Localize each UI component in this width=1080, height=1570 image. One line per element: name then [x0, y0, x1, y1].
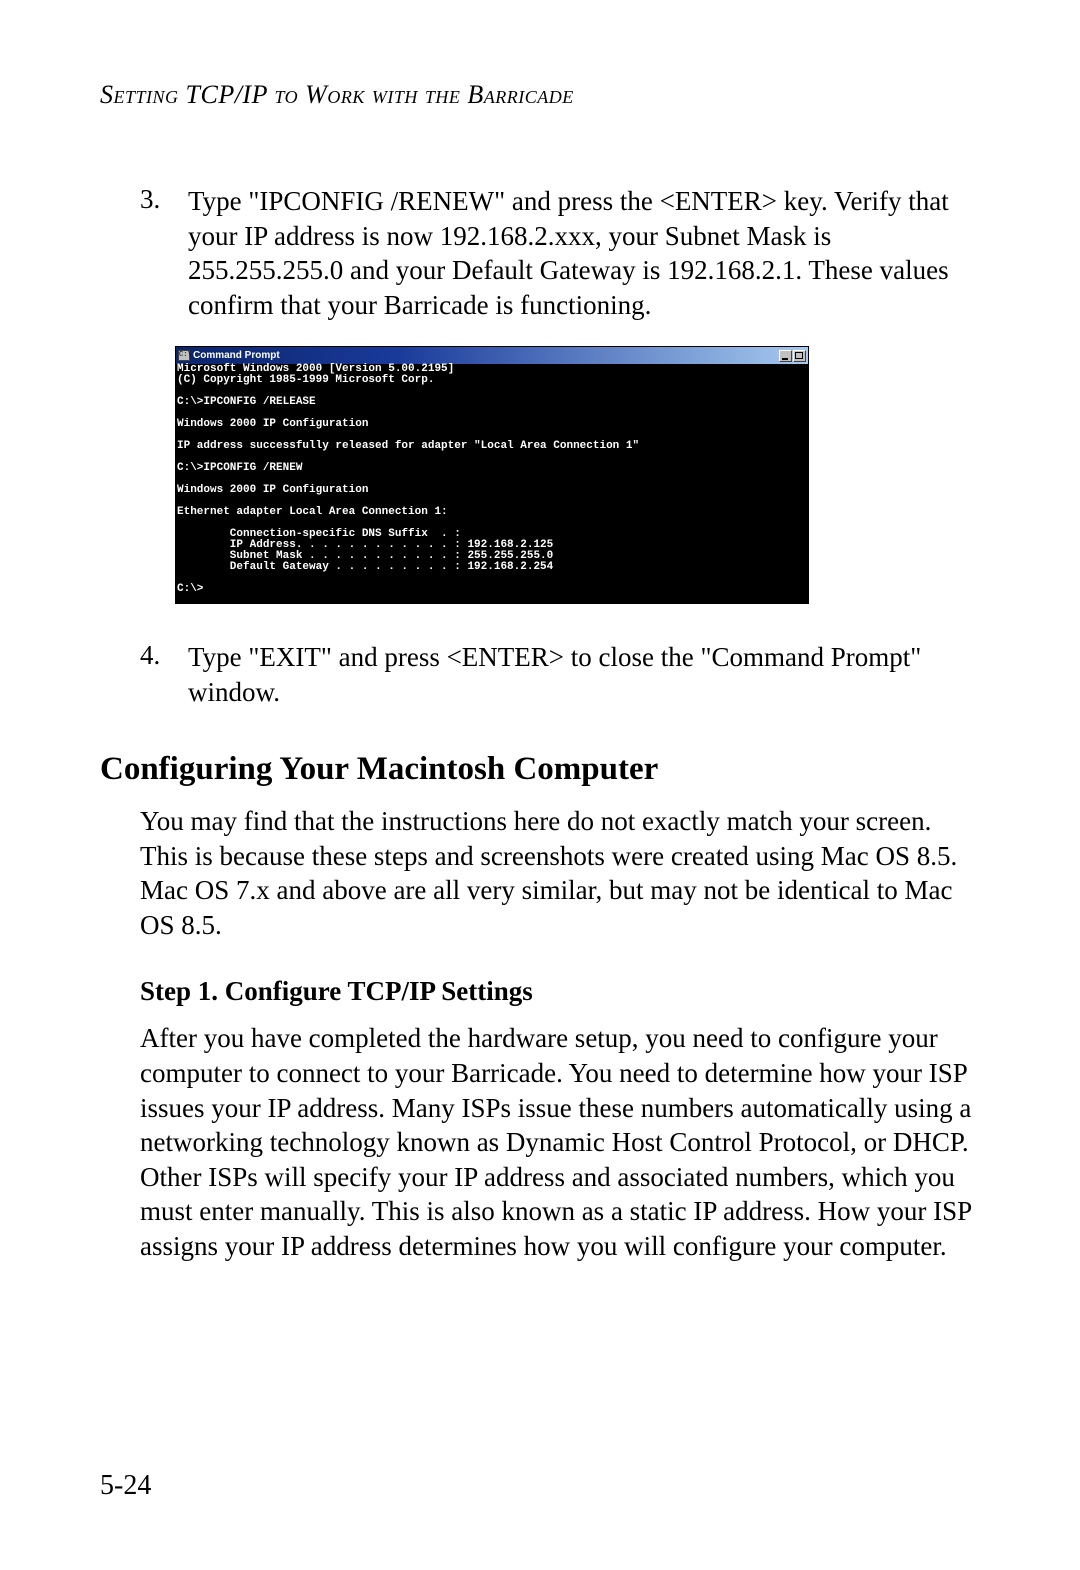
minimize-button[interactable]	[779, 350, 792, 362]
minimize-icon	[782, 358, 788, 360]
list-number: 3.	[140, 184, 188, 322]
subsection-heading: Step 1. Configure TCP/IP Settings	[140, 976, 980, 1007]
window-controls	[779, 350, 806, 362]
body-paragraph: You may find that the instructions here …	[140, 804, 980, 942]
command-prompt-titlebar: C:\ Command Prompt	[176, 347, 808, 364]
ordered-list-item-4: 4. Type "EXIT" and press <ENTER> to clos…	[140, 640, 980, 709]
list-text: Type "EXIT" and press <ENTER> to close t…	[188, 640, 980, 709]
maximize-icon	[795, 352, 803, 359]
command-prompt-icon: C:\	[178, 350, 190, 361]
page: Setting TCP/IP to Work with the Barricad…	[0, 0, 1080, 1570]
command-prompt-output: Microsoft Windows 2000 [Version 5.00.219…	[176, 364, 808, 603]
section-heading: Configuring Your Macintosh Computer	[100, 751, 980, 788]
list-text: Type "IPCONFIG /RENEW" and press the <EN…	[188, 184, 980, 322]
ordered-list-item-3: 3. Type "IPCONFIG /RENEW" and press the …	[140, 184, 980, 322]
window-title: Command Prompt	[193, 350, 280, 361]
titlebar-left: C:\ Command Prompt	[178, 350, 280, 361]
running-header: Setting TCP/IP to Work with the Barricad…	[100, 80, 980, 110]
command-prompt-window: C:\ Command Prompt Microsoft Windows 200…	[175, 346, 809, 604]
list-number: 4.	[140, 640, 188, 709]
maximize-button[interactable]	[793, 350, 806, 362]
page-number: 5-24	[100, 1470, 151, 1502]
body-paragraph: After you have completed the hardware se…	[140, 1021, 980, 1263]
